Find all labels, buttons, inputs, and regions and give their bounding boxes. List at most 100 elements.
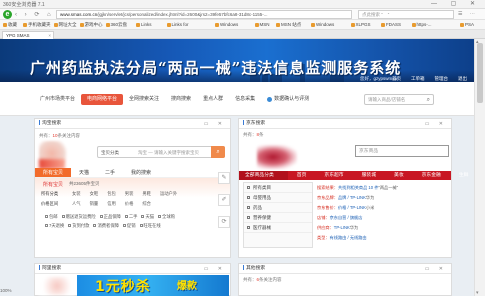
taobao-tab[interactable]: 天猫 <box>71 168 97 177</box>
nav-item[interactable]: 信息采集 <box>229 94 261 105</box>
url-field[interactable]: www.smas.com.cn/jgjkn/servlet/jcs/person… <box>56 10 352 19</box>
jd-category[interactable]: 京东超市 <box>315 171 352 180</box>
category-select[interactable]: 宝贝分类 <box>101 147 119 158</box>
favorite-item[interactable]: MSN 站点 <box>276 22 301 28</box>
header-link[interactable]: 首页 <box>392 76 401 81</box>
checkbox[interactable] <box>45 224 48 227</box>
info-value[interactable]: 共找到相关商品 10 件 <box>338 185 379 190</box>
info-extra[interactable]: “两品一械” <box>378 185 398 190</box>
checkbox[interactable] <box>247 205 250 209</box>
favorite-item[interactable]: https-... <box>411 22 432 27</box>
favorite-item[interactable]: 收藏 <box>3 22 17 28</box>
checkbox[interactable] <box>68 224 72 227</box>
favorite-item[interactable]: 游戏中心 <box>79 22 103 28</box>
favorite-item[interactable]: FDASS <box>381 22 401 27</box>
nav-item[interactable]: 搜商搜索 <box>165 94 197 105</box>
info-extra[interactable]: 华为 <box>366 195 374 200</box>
info-extra[interactable]: 小米 <box>366 205 374 210</box>
jd-category[interactable]: 京东金融 <box>413 171 450 180</box>
checkbox[interactable] <box>124 215 128 218</box>
nav-search-input[interactable]: 请输入商品/店铺名 ⌕ <box>364 94 434 105</box>
jd-list-item[interactable]: 药品 <box>244 203 312 213</box>
favorite-item[interactable]: Windows <box>215 22 238 27</box>
favorite-item[interactable]: Links <box>136 22 152 27</box>
checkbox[interactable] <box>122 224 126 227</box>
browser-tab[interactable]: YPG SMAS × <box>2 31 54 39</box>
favorite-item[interactable]: Links for <box>166 22 189 27</box>
nav-item[interactable]: 重点人群 <box>197 94 229 105</box>
taobao-tab[interactable]: 所有宝贝 <box>35 168 72 177</box>
info-value[interactable]: 品牌 / TP-LINK <box>338 195 366 200</box>
checkbox[interactable] <box>141 215 145 218</box>
jd-category[interactable]: 首页 <box>288 171 316 180</box>
checkbox[interactable] <box>45 215 48 218</box>
checkbox[interactable] <box>247 185 250 189</box>
filter-option[interactable]: 价格 <box>125 201 134 206</box>
filter-option[interactable]: 女鞋 <box>90 191 99 196</box>
scroll-down-icon[interactable]: ▾ <box>476 290 479 296</box>
checkbox[interactable] <box>99 215 103 218</box>
favorite-item[interactable]: 360云盘 <box>105 22 127 28</box>
header-link[interactable]: 管理台 <box>435 76 449 81</box>
jd-search-input[interactable]: 京东商品 <box>355 145 449 157</box>
nav-item[interactable]: 电商网络平台 <box>81 94 124 105</box>
window-controls[interactable]: — ▢ ✕ <box>431 0 481 7</box>
checkbox[interactable] <box>247 225 250 229</box>
search-icon[interactable]: ⌕ <box>427 95 430 105</box>
search-button[interactable]: ⌕ <box>211 146 225 158</box>
filter-option[interactable]: 包包 <box>107 191 116 196</box>
favorite-item[interactable]: XLPGS <box>350 22 371 27</box>
favorite-item[interactable]: Windows <box>311 22 334 27</box>
checkbox[interactable] <box>247 195 250 199</box>
browser-logo-icon[interactable]: e <box>3 10 12 19</box>
info-value[interactable]: TP-LINK <box>334 225 350 230</box>
info-value[interactable]: 京东自营 / 旗舰店 <box>330 215 363 220</box>
filter-option[interactable]: 运动户外 <box>160 191 177 196</box>
header-link[interactable]: 工单箱 <box>411 76 425 81</box>
checkbox[interactable] <box>139 224 143 227</box>
edit-icon[interactable]: ✐ <box>218 194 230 206</box>
taobao-search-input[interactable]: 宝贝分类 淘宝 — 请输入关键字搜索宝贝 ⌕ <box>97 146 225 158</box>
browser-search-field[interactable]: 点此搜索 “ ” <box>358 10 454 19</box>
filter-option[interactable]: 女装 <box>72 191 81 196</box>
panel-controls-icon[interactable]: ▭ ✕ <box>425 119 447 129</box>
nav-buttons[interactable]: ‹ › ⟳ ⌂ <box>15 11 54 18</box>
panel-controls-icon[interactable]: ▭ ✕ <box>425 264 447 274</box>
jd-list-item[interactable]: 医疗器械 <box>244 223 312 233</box>
filter-option[interactable]: 人气 <box>72 201 81 206</box>
filter-option[interactable]: 综合 <box>142 201 151 206</box>
jd-list-item[interactable]: 所有类目 <box>244 183 312 193</box>
taobao-tab[interactable]: 二手 <box>97 168 123 177</box>
taobao-tab[interactable]: 我的搜索 <box>123 168 159 177</box>
panel-controls-icon[interactable]: ▭ ✕ <box>204 119 226 129</box>
filter-option[interactable]: 男装 <box>125 191 134 196</box>
favorite-item[interactable]: 手机收藏夹 <box>23 22 51 28</box>
checkbox[interactable] <box>61 215 65 218</box>
jd-list-item[interactable]: 营养保健 <box>244 213 312 223</box>
filter-option[interactable]: 信用 <box>107 201 116 206</box>
jd-list-item[interactable]: 母婴用品 <box>244 193 312 203</box>
info-value[interactable]: 价格 / TP-LINK <box>338 205 366 210</box>
jd-category[interactable]: 服装城 <box>353 171 385 180</box>
info-value[interactable]: 有线路由 / 无线路由 <box>330 235 367 240</box>
nav-item[interactable]: 数据确认与评测 <box>261 94 315 105</box>
vertical-scrollbar[interactable]: ▴ ▾ <box>474 39 485 296</box>
tab-close-icon[interactable]: × <box>48 32 51 39</box>
refresh-icon[interactable]: ⟳ <box>218 216 230 228</box>
panel-controls-icon[interactable]: ▭ ✕ <box>204 264 226 274</box>
pencil-icon[interactable]: ✎ <box>218 172 230 184</box>
favorite-item[interactable]: 网址大全 <box>53 22 77 28</box>
favorite-item[interactable]: MSN <box>254 22 270 27</box>
scroll-thumb[interactable] <box>477 43 483 103</box>
jd-category[interactable]: 美妆 <box>385 171 413 180</box>
filter-option[interactable]: 男鞋 <box>142 191 151 196</box>
filter-option[interactable]: 销量 <box>90 201 99 206</box>
nav-item[interactable]: 广州市场类平台 <box>34 94 81 105</box>
jd-category[interactable]: 全部商品分类 <box>239 171 288 180</box>
favorite-item[interactable]: PSA <box>460 22 474 27</box>
checkbox[interactable] <box>247 215 250 219</box>
info-extra[interactable]: 华为 <box>350 225 358 230</box>
promo-banner[interactable]: 1元秒杀 爆款 <box>77 275 229 296</box>
nav-item[interactable]: 全网搜索关注 <box>123 94 165 105</box>
header-link[interactable]: 退出 <box>458 76 467 81</box>
